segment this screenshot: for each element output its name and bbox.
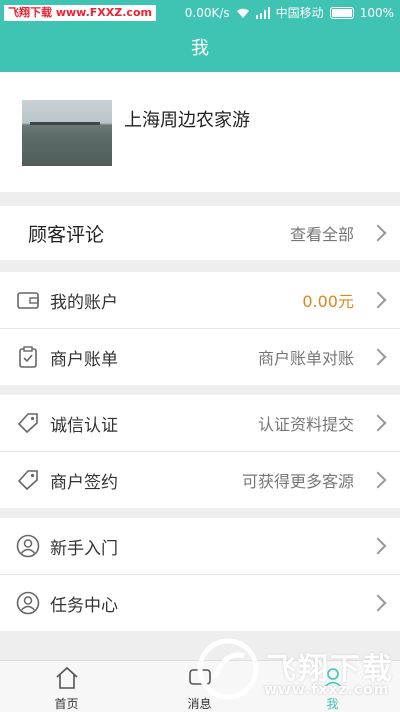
wifi-icon	[236, 8, 249, 18]
list-item-value: 商户账单对账	[257, 349, 354, 368]
account-section: 我的账户 0.00元 商户账单 商户账单对账	[0, 272, 400, 385]
user-icon	[322, 668, 343, 689]
signal-icon	[255, 7, 270, 19]
clipboard-check-icon	[19, 346, 37, 368]
list-item-contract[interactable]: 商户签约 可获得更多客源	[0, 452, 400, 508]
profile-thumbnail	[22, 100, 112, 166]
list-item-label: 商户签约	[50, 472, 118, 493]
chevron-right-icon	[369, 224, 387, 242]
chevron-right-icon	[369, 348, 387, 366]
list-item-label: 诚信认证	[50, 415, 118, 436]
user-circle-icon	[16, 591, 40, 615]
page-title: 我	[0, 26, 400, 72]
reviews-title: 顾客评论	[28, 223, 105, 246]
status-bar: 飞翔下载 www.FXXZ.com 0.00K/s 中国移动 100%	[0, 0, 400, 26]
list-item-bill[interactable]: 商户账单 商户账单对账	[0, 329, 400, 385]
view-all-link[interactable]: 查看全部	[290, 221, 354, 245]
chevron-right-icon	[369, 594, 387, 612]
battery-icon	[329, 7, 354, 19]
list-item-value: 可获得更多客源	[241, 472, 354, 491]
network-speed: 0.00K/s	[184, 6, 230, 20]
list-item-tasks[interactable]: 任务中心	[0, 575, 400, 631]
list-item-label: 商户账单	[50, 349, 118, 370]
battery-level: 100%	[359, 6, 394, 20]
watermark-site-label: 飞翔下载 www.FXXZ.com	[4, 5, 156, 21]
list-item-beginner[interactable]: 新手入门	[0, 518, 400, 575]
chevron-right-icon	[369, 471, 387, 489]
list-item-certification[interactable]: 诚信认证 认证资料提交	[0, 395, 400, 452]
carrier-name: 中国移动	[275, 6, 324, 20]
merchant-section: 诚信认证 认证资料提交 商户签约 可获得更多客源	[0, 395, 400, 508]
chevron-right-icon	[369, 537, 387, 555]
wallet-icon	[17, 292, 39, 309]
chevron-right-icon	[369, 291, 387, 309]
tab-label: 消息	[187, 697, 212, 711]
profile-name: 上海周边农家游	[124, 110, 250, 131]
reviews-section: 顾客评论 查看全部	[0, 206, 400, 260]
reviews-row[interactable]: 顾客评论 查看全部	[0, 206, 400, 260]
tab-home[interactable]: 首页	[0, 661, 133, 712]
tag-icon	[17, 470, 38, 491]
tab-me[interactable]: 我	[266, 661, 399, 712]
bottom-tab-bar: 首页 消息 我	[0, 660, 400, 712]
tab-messages[interactable]: 消息	[133, 661, 266, 712]
home-icon	[55, 666, 78, 689]
list-item-label: 我的账户	[50, 292, 118, 313]
list-item-label: 任务中心	[50, 595, 118, 616]
tag-icon	[17, 413, 38, 434]
list-item-account[interactable]: 我的账户 0.00元	[0, 272, 400, 329]
account-balance: 0.00元	[302, 292, 354, 311]
list-item-value: 认证资料提交	[257, 415, 354, 434]
message-icon	[188, 669, 211, 685]
user-circle-icon	[16, 534, 40, 558]
tab-label: 我	[326, 697, 339, 711]
chevron-right-icon	[369, 414, 387, 432]
help-section: 新手入门 任务中心	[0, 518, 400, 631]
profile-card[interactable]: 上海周边农家游	[0, 72, 400, 192]
list-item-label: 新手入门	[50, 538, 118, 559]
tab-label: 首页	[54, 697, 79, 711]
status-indicators: 0.00K/s 中国移动 100%	[185, 5, 394, 21]
